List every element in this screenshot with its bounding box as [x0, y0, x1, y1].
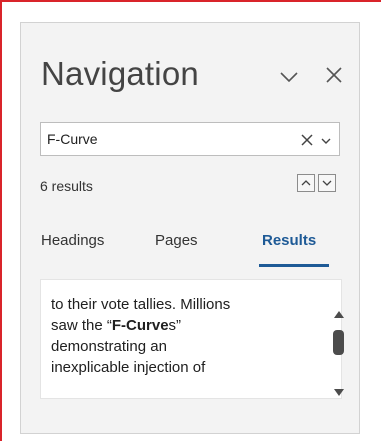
search-result-item[interactable]: to their vote tallies. Millions saw the …	[40, 279, 342, 399]
active-tab-indicator	[259, 264, 329, 267]
tab-headings[interactable]: Headings	[41, 232, 104, 249]
next-result-button[interactable]	[318, 174, 336, 192]
search-input[interactable]: F-Curve	[40, 122, 340, 156]
close-icon[interactable]	[322, 63, 346, 87]
results-count: 6 results	[40, 178, 93, 194]
clear-search-close-icon[interactable]	[298, 131, 316, 149]
navigation-pane: Navigation F-Curve 6 results Headings Pa…	[20, 22, 360, 434]
pane-options-chevron-down-icon[interactable]	[278, 65, 300, 87]
snippet-line: s”	[168, 317, 182, 334]
snippet-line: demonstrating an	[51, 338, 167, 355]
chevron-down-icon	[322, 180, 332, 186]
search-input-value: F-Curve	[47, 131, 98, 147]
result-snippet: to their vote tallies. Millions saw the …	[51, 294, 301, 378]
snippet-highlight: F-Curve	[111, 317, 169, 334]
previous-result-button[interactable]	[297, 174, 315, 192]
snippet-line: saw the “	[51, 317, 112, 334]
pane-title: Navigation	[41, 55, 199, 92]
scroll-down-triangle-down-icon[interactable]	[333, 385, 345, 396]
snippet-line: to their vote tallies. Millions	[51, 296, 231, 313]
tab-pages[interactable]: Pages	[155, 232, 198, 249]
tab-results[interactable]: Results	[262, 232, 316, 249]
search-options-chevron-down-icon[interactable]	[320, 134, 332, 146]
scrollbar-thumb[interactable]	[333, 330, 344, 355]
snippet-line: inexplicable injection of	[51, 359, 206, 376]
scroll-up-triangle-up-icon[interactable]	[333, 306, 345, 318]
chevron-up-icon	[301, 180, 311, 186]
